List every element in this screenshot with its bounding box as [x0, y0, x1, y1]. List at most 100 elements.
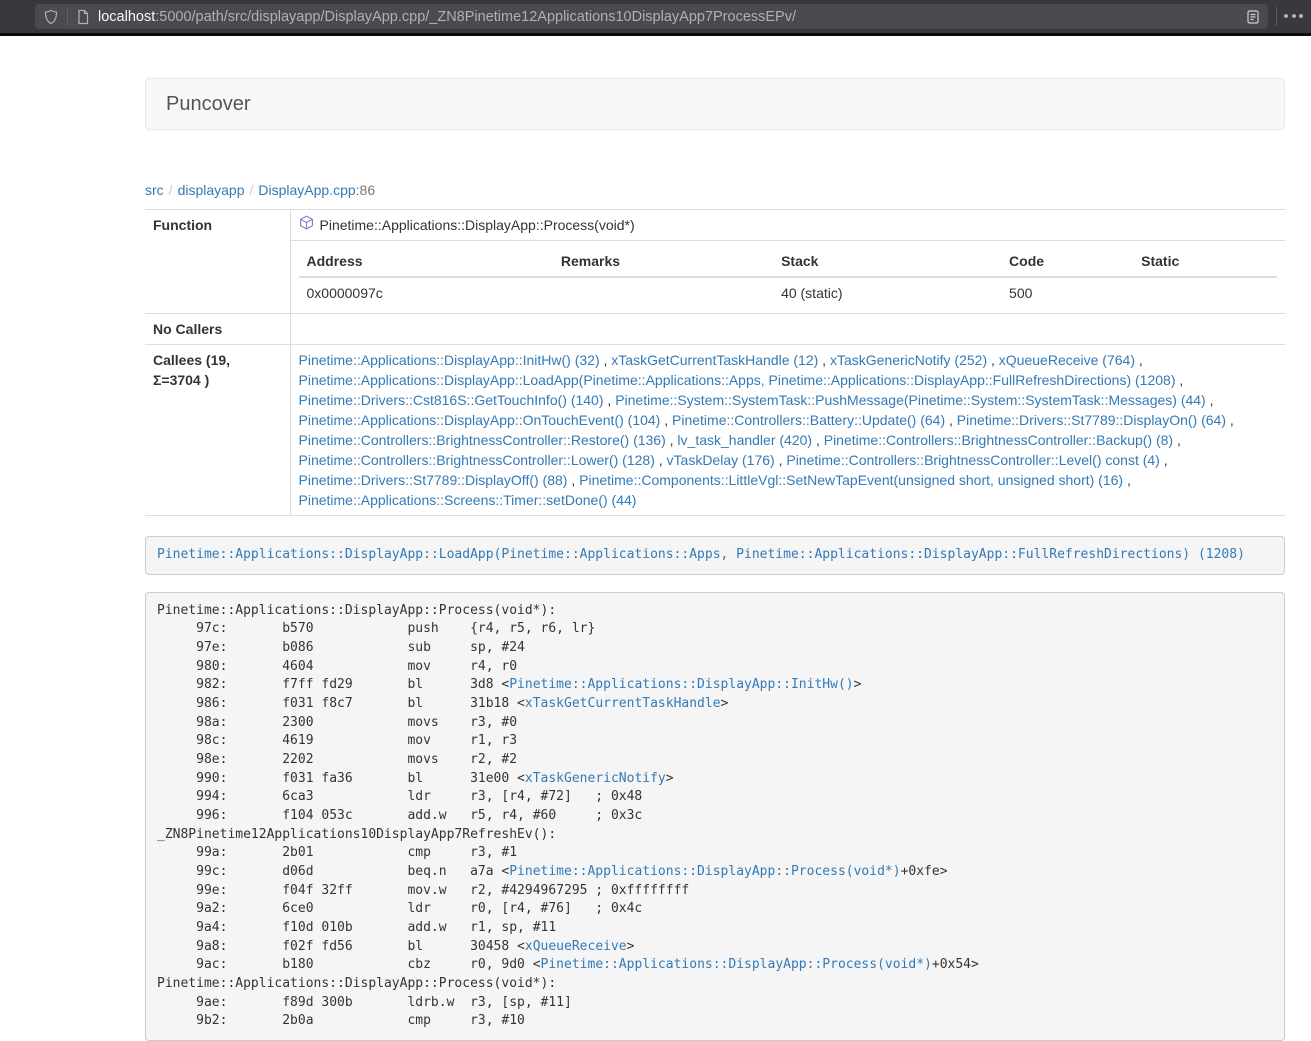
callee-separator: ,: [660, 412, 672, 428]
callee-link[interactable]: Pinetime::Applications::DisplayApp::Init…: [299, 352, 600, 368]
asm-text: 9a4: f10d 010b add.w r1, sp, #11: [157, 920, 556, 935]
callee-separator: ,: [1226, 412, 1234, 428]
asm-symbol-link[interactable]: xTaskGenericNotify: [525, 771, 666, 786]
function-name: Pinetime::Applications::DisplayApp::Proc…: [320, 215, 635, 235]
asm-symbol-link[interactable]: Pinetime::Applications::DisplayApp::Proc…: [509, 864, 900, 879]
highlighted-callee-link[interactable]: Pinetime::Applications::DisplayApp::Load…: [157, 547, 1245, 562]
callee-separator: ,: [1135, 352, 1143, 368]
column-header-stack: Stack: [773, 246, 1001, 277]
cell-address: 0x0000097c: [299, 277, 553, 308]
callee-link[interactable]: vTaskDelay (176): [667, 452, 775, 468]
callee-separator: ,: [1173, 432, 1181, 448]
brand-panel: Puncover: [145, 78, 1285, 130]
asm-text: 9a2: 6ce0 ldr r0, [r4, #76] ; 0x4c: [157, 901, 642, 916]
callee-separator: ,: [666, 432, 678, 448]
callee-link[interactable]: Pinetime::Drivers::St7789::DisplayOff() …: [299, 472, 568, 488]
callee-link[interactable]: Pinetime::Controllers::BrightnessControl…: [299, 432, 666, 448]
callee-separator: ,: [567, 472, 579, 488]
asm-symbol-link[interactable]: Pinetime::Applications::DisplayApp::Init…: [509, 677, 853, 692]
assembly-code: Pinetime::Applications::DisplayApp::Proc…: [145, 592, 1285, 1041]
callee-link[interactable]: Pinetime::Applications::DisplayApp::OnTo…: [299, 412, 661, 428]
asm-text: 996: f104 053c add.w r5, r4, #60 ; 0x3c: [157, 808, 642, 823]
asm-text: 9a8: f02f fd56 bl 30458 <: [157, 939, 525, 954]
callee-link[interactable]: Pinetime::Components::LittleVgl::SetNewT…: [579, 472, 1123, 488]
callee-link[interactable]: Pinetime::Drivers::Cst816S::GetTouchInfo…: [299, 392, 604, 408]
asm-text: 9b2: 2b0a cmp r3, #10: [157, 1013, 525, 1028]
more-menu-icon[interactable]: [1284, 14, 1303, 18]
asm-text: +0x54>: [932, 957, 979, 972]
urlbar-divider: [67, 8, 68, 25]
callee-link[interactable]: Pinetime::Controllers::BrightnessControl…: [299, 452, 655, 468]
table-row: No Callers: [145, 314, 1285, 345]
callee-link[interactable]: Pinetime::Controllers::Battery::Update()…: [672, 412, 945, 428]
asm-symbol-link[interactable]: xTaskGetCurrentTaskHandle: [525, 696, 721, 711]
callee-separator: ,: [812, 432, 824, 448]
callee-link[interactable]: Pinetime::Applications::DisplayApp::Load…: [299, 372, 1176, 388]
callee-separator: ,: [604, 392, 616, 408]
callee-link[interactable]: xQueueReceive (764): [999, 352, 1135, 368]
asm-text: 99c: d06d beq.n a7a <: [157, 864, 509, 879]
function-detail-table: Address Remarks Stack Code Static 0x0000…: [299, 246, 1278, 308]
asm-text: Pinetime::Applications::DisplayApp::Proc…: [157, 976, 556, 991]
url-host: localhost: [98, 9, 155, 25]
callees-label: Callees (19, Σ=3704 ): [145, 345, 290, 516]
asm-text: 98a: 2300 movs r3, #0: [157, 715, 517, 730]
callee-link[interactable]: Pinetime::System::SystemTask::PushMessag…: [615, 392, 1206, 408]
callee-link[interactable]: lv_task_handler (420): [677, 432, 812, 448]
function-table: Function Pinetime::Applications::Display…: [145, 209, 1285, 516]
callee-separator: ,: [1160, 452, 1168, 468]
breadcrumb-separator: /: [245, 182, 259, 198]
breadcrumb-link-src[interactable]: src: [145, 182, 164, 198]
address-bar[interactable]: localhost:5000/path/src/displayapp/Displ…: [35, 4, 1268, 29]
callees-list: Pinetime::Applications::DisplayApp::Init…: [290, 345, 1285, 516]
table-row: Callees (19, Σ=3704 ) Pinetime::Applicat…: [145, 345, 1285, 516]
cube-icon: [299, 215, 314, 235]
asm-symbol-link[interactable]: Pinetime::Applications::DisplayApp::Proc…: [541, 957, 932, 972]
cell-remarks: [553, 277, 773, 308]
no-callers-cell: [290, 314, 1285, 345]
callee-link[interactable]: xTaskGenericNotify (252): [830, 352, 987, 368]
asm-text: Pinetime::Applications::DisplayApp::Proc…: [157, 603, 556, 618]
asm-symbol-link[interactable]: xQueueReceive: [525, 939, 627, 954]
breadcrumb-link-displayapp[interactable]: displayapp: [178, 182, 245, 198]
callee-separator: ,: [987, 352, 999, 368]
asm-text: 97c: b570 push {r4, r5, r6, lr}: [157, 621, 595, 636]
asm-text: +0xfe>: [901, 864, 948, 879]
callee-link[interactable]: Pinetime::Drivers::St7789::DisplayOn() (…: [957, 412, 1226, 428]
column-header-address: Address: [299, 246, 553, 277]
asm-text: >: [666, 771, 674, 786]
breadcrumb-link-file[interactable]: DisplayApp.cpp: [258, 182, 355, 198]
cell-static: [1133, 277, 1277, 308]
page-content: Puncover src/displayapp/DisplayApp.cpp:8…: [145, 78, 1285, 1041]
callee-link[interactable]: Pinetime::Controllers::BrightnessControl…: [786, 452, 1159, 468]
asm-text: 9ac: b180 cbz r0, 9d0 <: [157, 957, 541, 972]
reader-mode-icon[interactable]: [1246, 9, 1260, 25]
cell-stack: 40 (static): [773, 277, 1001, 308]
url-text[interactable]: localhost:5000/path/src/displayapp/Displ…: [98, 9, 1246, 25]
callee-link[interactable]: xTaskGetCurrentTaskHandle (12): [611, 352, 818, 368]
shield-icon[interactable]: [43, 9, 59, 25]
callee-link[interactable]: Pinetime::Applications::Screens::Timer::…: [299, 492, 637, 508]
column-header-static: Static: [1133, 246, 1277, 277]
asm-text: 982: f7ff fd29 bl 3d8 <: [157, 677, 509, 692]
page-icon[interactable]: [76, 9, 90, 25]
table-row: Function Pinetime::Applications::Display…: [145, 210, 1285, 241]
callee-link[interactable]: Pinetime::Controllers::BrightnessControl…: [824, 432, 1173, 448]
page-title: Puncover: [166, 93, 251, 116]
asm-text: 994: 6ca3 ldr r3, [r4, #72] ; 0x48: [157, 789, 642, 804]
column-header-remarks: Remarks: [553, 246, 773, 277]
function-name-cell: Pinetime::Applications::DisplayApp::Proc…: [299, 215, 635, 235]
toolbar-divider: [1276, 7, 1277, 26]
table-row: Address Remarks Stack Code Static 0x0000…: [145, 241, 1285, 314]
asm-text: 980: 4604 mov r4, r0: [157, 659, 517, 674]
asm-text: >: [627, 939, 635, 954]
asm-text: 98e: 2202 movs r2, #2: [157, 752, 517, 767]
asm-text: _ZN8Pinetime12Applications10DisplayApp7R…: [157, 827, 556, 842]
asm-text: 99a: 2b01 cmp r3, #1: [157, 845, 517, 860]
callee-separator: ,: [600, 352, 612, 368]
table-row: 0x0000097c 40 (static) 500: [299, 277, 1278, 308]
column-header-code: Code: [1001, 246, 1133, 277]
no-callers-label: No Callers: [145, 314, 290, 345]
callee-separator: ,: [655, 452, 667, 468]
asm-text: >: [854, 677, 862, 692]
